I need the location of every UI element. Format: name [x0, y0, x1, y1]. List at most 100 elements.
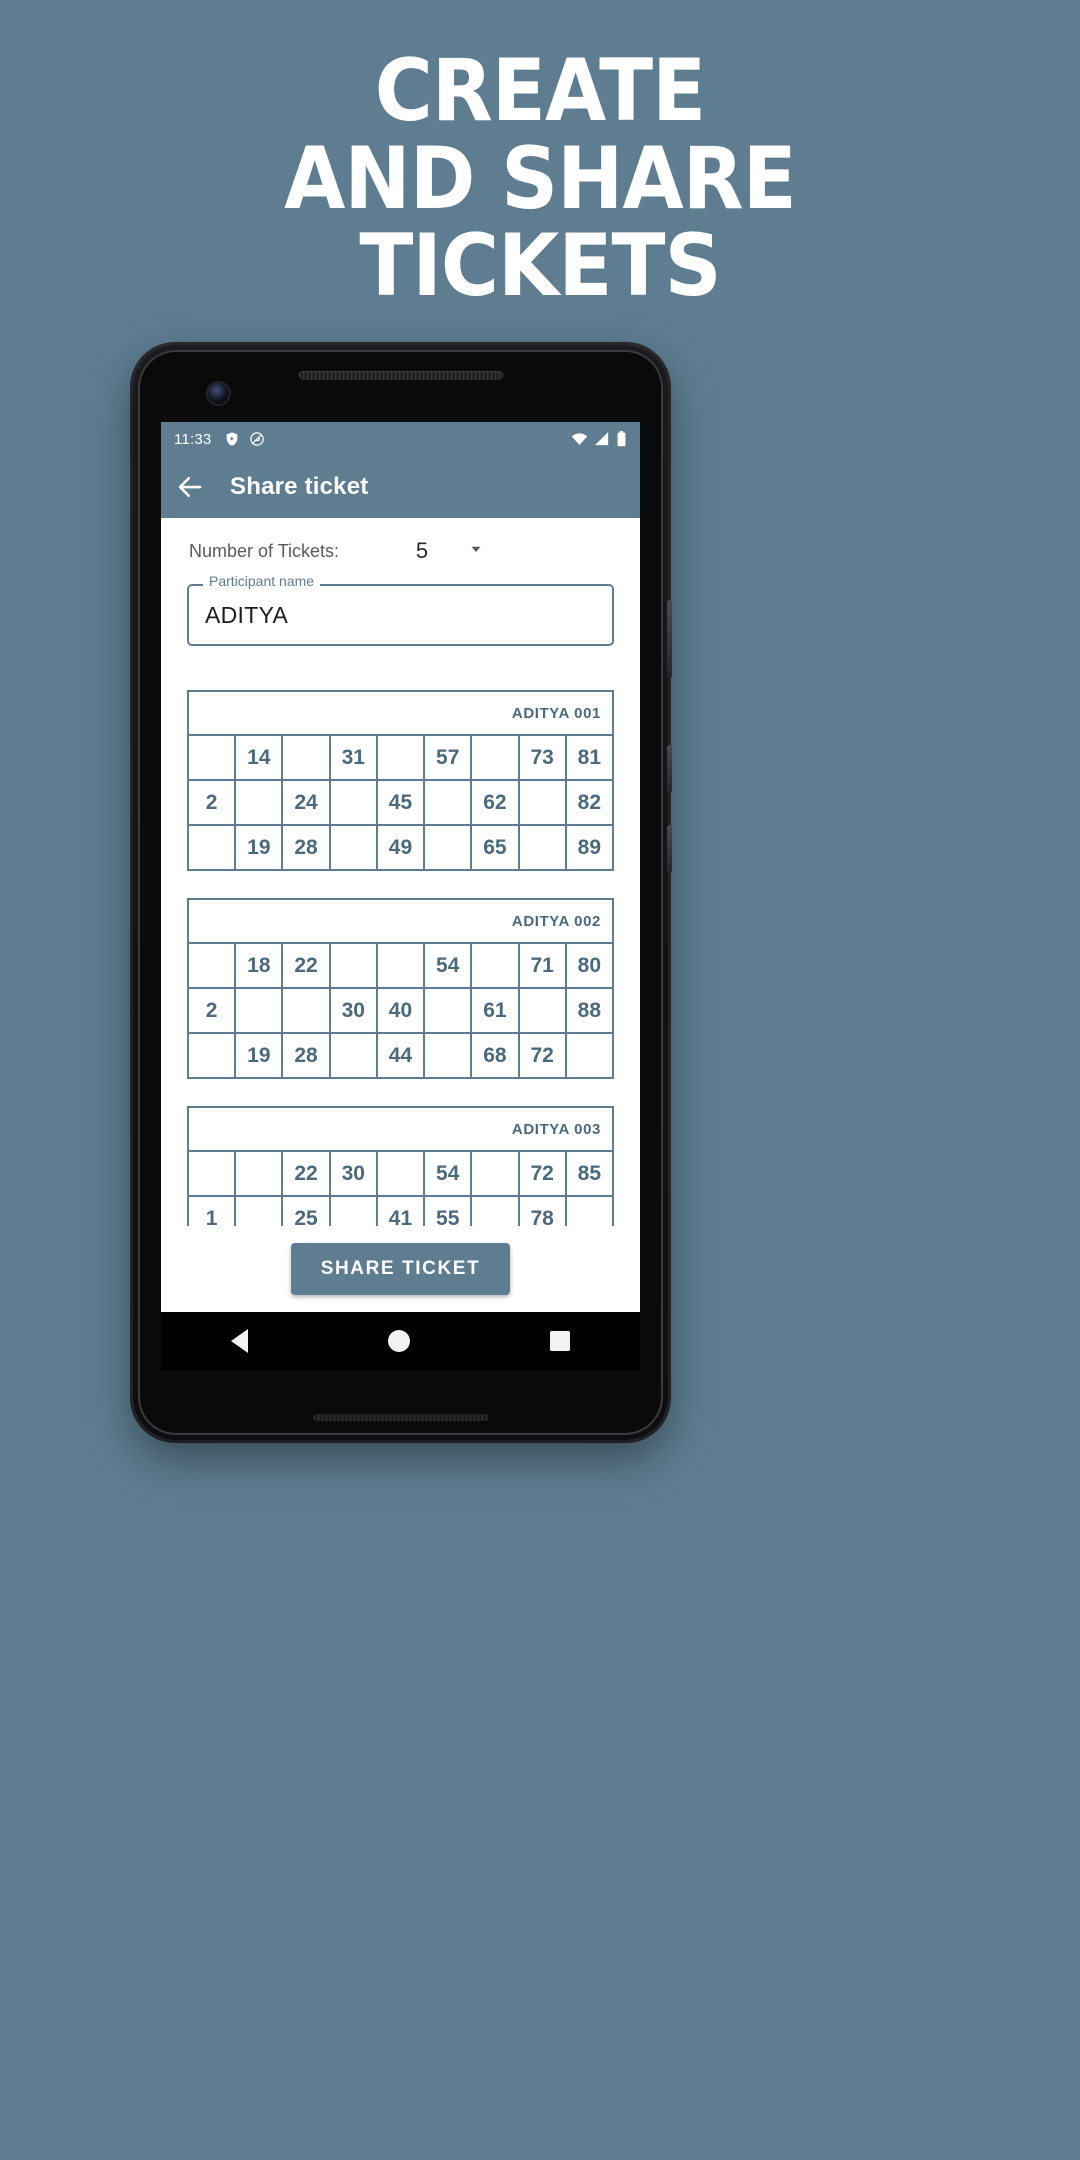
ticket-cell: 65	[470, 826, 517, 869]
number-of-tickets-label: Number of Tickets:	[189, 540, 340, 561]
ticket-cell	[328, 1034, 376, 1077]
ticket-cell	[423, 1034, 470, 1077]
ticket-cell: 19	[234, 1034, 281, 1077]
ticket-cell	[375, 1152, 423, 1195]
ticket-row: 14 31 57 73 81	[189, 736, 612, 779]
ticket-cell	[423, 989, 470, 1032]
headline-line-2: AND SHARE	[284, 128, 797, 229]
participant-name-value: ADITYA	[205, 601, 289, 628]
ticket-row: 2 30 40 61 88	[189, 987, 612, 1032]
ticket-title: ADITYA 002	[189, 900, 612, 944]
ticket-cell	[328, 781, 376, 824]
bottom-speaker	[313, 1414, 488, 1421]
ticket-cell	[189, 826, 234, 869]
ticket-cell	[328, 826, 376, 869]
promo-screenshot: CREATE AND SHARE TICKETS 11:33 Share tic…	[0, 0, 1080, 2160]
no-notification-icon	[249, 431, 265, 447]
power-button[interactable]	[667, 600, 672, 678]
participant-name-label: Participant name	[203, 573, 321, 589]
ticket-cell	[281, 736, 328, 779]
ticket-cell: 14	[234, 736, 281, 779]
ticket-cell: 61	[470, 989, 517, 1032]
phone-screen: 11:33 Share ticket Number of Tickets: 5 …	[161, 422, 640, 1312]
share-ticket-button[interactable]: SHARE TICKET	[290, 1243, 511, 1295]
ticket-cell: 31	[328, 736, 376, 779]
ticket-cell: 80	[564, 944, 612, 987]
ticket-cell: 28	[281, 1034, 328, 1077]
share-button-bar: SHARE TICKET	[161, 1226, 640, 1312]
ticket-row: 19 28 44 68 72	[189, 1032, 612, 1077]
ticket-cell	[281, 989, 328, 1032]
ticket-cell	[189, 1034, 234, 1077]
ticket-cell	[470, 736, 517, 779]
ticket-cell: 49	[375, 826, 423, 869]
ticket-cell	[470, 944, 517, 987]
ticket-cell: 45	[375, 781, 423, 824]
ticket-cell	[234, 781, 281, 824]
ticket-cell: 68	[470, 1034, 517, 1077]
ticket-cell	[234, 989, 281, 1032]
shield-play-icon	[224, 431, 240, 447]
ticket-title: ADITYA 003	[189, 1108, 612, 1152]
ticket-cell	[189, 736, 234, 779]
headline-line-3: TICKETS	[359, 216, 721, 317]
chevron-down-icon[interactable]	[467, 540, 485, 563]
ticket-cell: 44	[375, 1034, 423, 1077]
ticket-cell: 24	[281, 781, 328, 824]
front-camera	[208, 383, 229, 404]
page-title: Share ticket	[230, 473, 369, 500]
nav-back-icon[interactable]	[231, 1329, 248, 1353]
headline-line-1: CREATE	[374, 41, 707, 141]
ticket-cell	[517, 781, 565, 824]
volume-down-button[interactable]	[667, 825, 672, 873]
ticket-cell: 30	[328, 1152, 376, 1195]
number-of-tickets-value[interactable]: 5	[411, 538, 433, 564]
nav-recents-icon[interactable]	[550, 1331, 570, 1351]
ticket-cell: 54	[423, 944, 470, 987]
ticket-cell: 22	[281, 944, 328, 987]
tickets-list: ADITYA 001 14 31 57 73 81 2 24 45 62 82 …	[187, 690, 614, 1287]
battery-icon	[616, 431, 627, 447]
ticket-cell	[189, 944, 234, 987]
ticket-cell: 2	[205, 790, 218, 814]
signal-icon	[594, 432, 610, 446]
ticket-cell	[375, 944, 423, 987]
ticket-cell: 89	[564, 826, 612, 869]
app-bar: Share ticket	[161, 456, 640, 518]
promo-headline: CREATE AND SHARE TICKETS	[43, 41, 1037, 317]
ticket-card[interactable]: ADITYA 001 14 31 57 73 81 2 24 45 62 82 …	[187, 690, 614, 871]
ticket-cell	[234, 1152, 281, 1195]
ticket-cell	[375, 736, 423, 779]
ticket-cell: 81	[564, 736, 612, 779]
ticket-row: 22 30 54 72 85	[189, 1152, 612, 1195]
ticket-cell: 72	[517, 1152, 565, 1195]
ticket-row: 19 28 49 65 89	[189, 824, 612, 869]
status-time: 11:33	[174, 430, 212, 448]
ticket-cell: 28	[281, 826, 328, 869]
earpiece-speaker	[298, 371, 503, 380]
ticket-cell	[328, 944, 376, 987]
ticket-cell: 73	[517, 736, 565, 779]
ticket-cell: 57	[423, 736, 470, 779]
arrow-left-icon[interactable]	[175, 472, 205, 502]
ticket-cell: 54	[423, 1152, 470, 1195]
ticket-cell: 85	[564, 1152, 612, 1195]
ticket-cell: 72	[517, 1034, 565, 1077]
participant-name-input[interactable]: ADITYA	[187, 584, 614, 646]
ticket-cell: 82	[564, 781, 612, 824]
ticket-cell	[470, 1152, 517, 1195]
share-ticket-screen: Number of Tickets: 5 ADITYA Participant	[161, 518, 640, 1312]
ticket-cell: 62	[470, 781, 517, 824]
wifi-icon	[571, 432, 588, 446]
ticket-cell: 22	[281, 1152, 328, 1195]
ticket-row: 2 24 45 62 82	[189, 779, 612, 824]
nav-home-icon[interactable]	[388, 1330, 410, 1352]
participant-name-field[interactable]: ADITYA Participant name	[187, 573, 614, 646]
ticket-cell: 30	[328, 989, 376, 1032]
status-bar: 11:33	[161, 422, 640, 456]
number-of-tickets-row: Number of Tickets: 5	[187, 518, 614, 568]
ticket-cell	[423, 826, 470, 869]
volume-up-button[interactable]	[667, 745, 672, 793]
ticket-row: 18 22 54 71 80	[189, 944, 612, 987]
ticket-card[interactable]: ADITYA 002 18 22 54 71 80 2 30 40 61 88 …	[187, 898, 614, 1079]
